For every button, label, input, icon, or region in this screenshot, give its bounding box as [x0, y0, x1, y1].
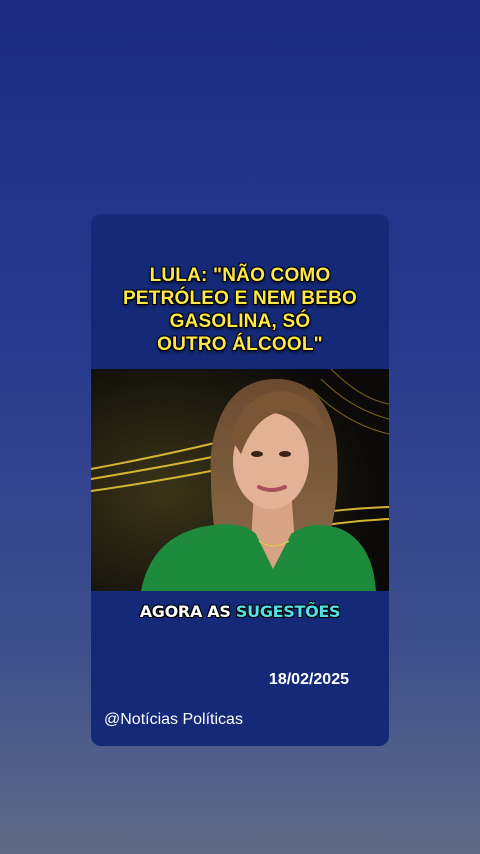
video-thumbnail[interactable] — [91, 369, 389, 591]
headline-line-2: PETRÓLEO E NEM BEBO — [123, 288, 357, 309]
headline-line-3: GASOLINA, SÓ — [169, 311, 311, 332]
post-date: 18/02/2025 — [268, 671, 349, 688]
subtitle: AGORA AS SUGESTÕES — [91, 602, 389, 621]
subtitle-highlight: SUGESTÕES — [235, 602, 341, 621]
headline: LULA: "NÃO COMO PETRÓLEO E NEM BEBO GASO… — [91, 264, 389, 356]
headline-line-4: OUTRO ÁLCOOL" — [157, 334, 323, 355]
subtitle-prefix: AGORA AS — [139, 602, 231, 621]
headline-line-1: LULA: "NÃO COMO — [149, 265, 331, 286]
account-handle[interactable]: @Notícias Políticas — [104, 711, 243, 729]
post-card[interactable]: LULA: "NÃO COMO PETRÓLEO E NEM BEBO GASO… — [91, 214, 389, 746]
presenter-image — [91, 369, 389, 591]
